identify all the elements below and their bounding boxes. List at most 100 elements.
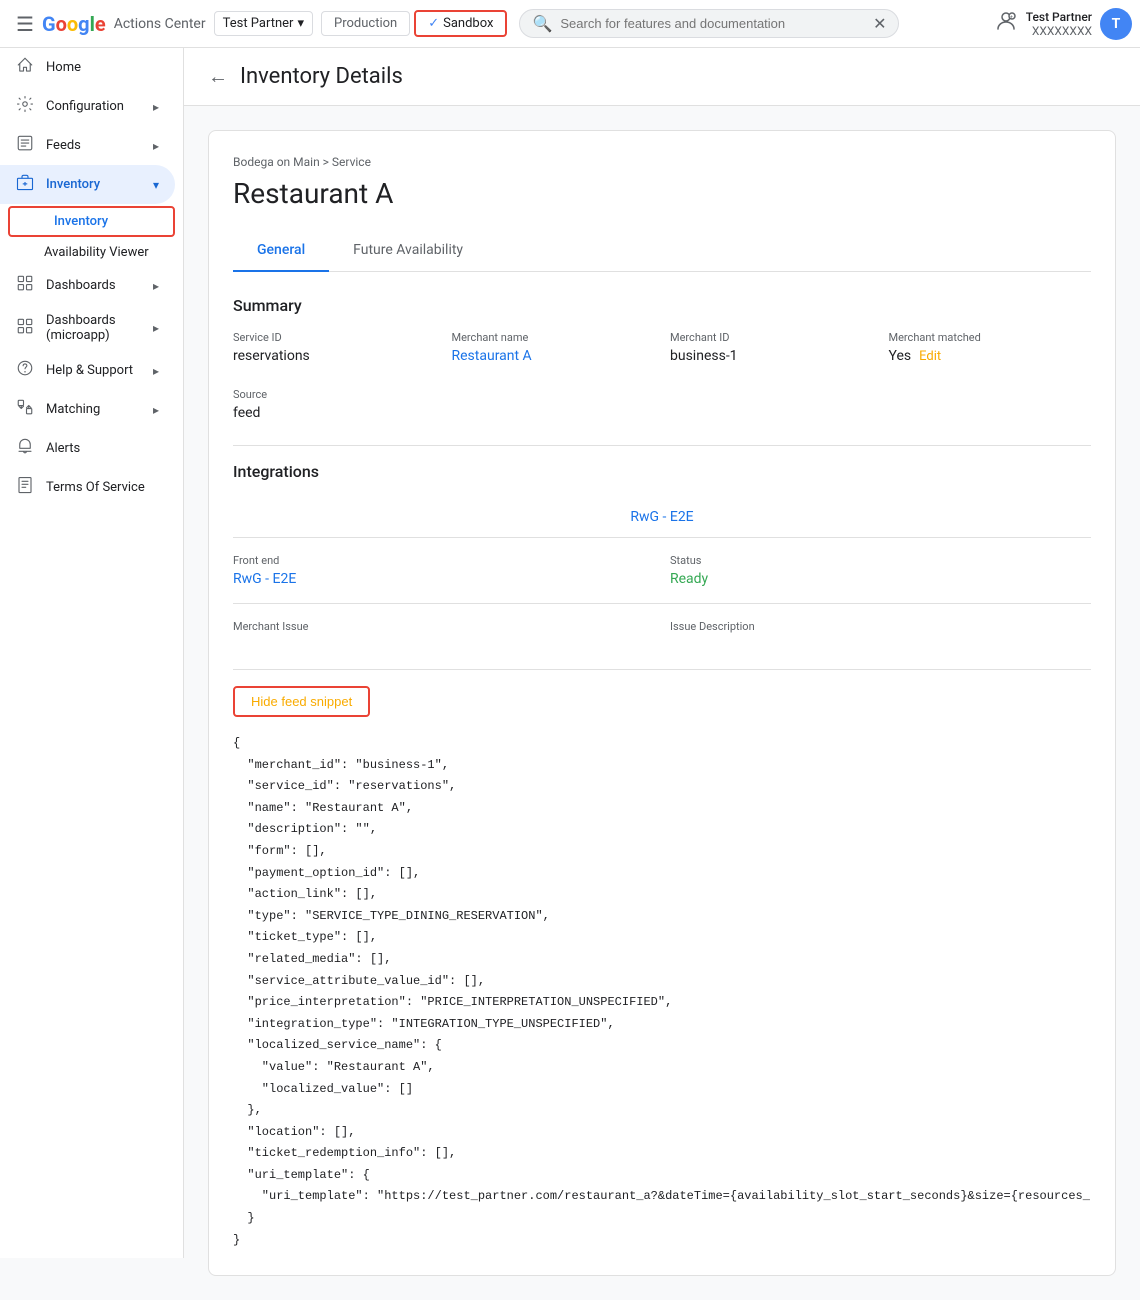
partner-name: Test Partner (223, 16, 294, 31)
section-divider (233, 445, 1091, 446)
tabs-container: General Future Availability (233, 230, 1091, 272)
sidebar-availability-viewer-label: Availability Viewer (44, 245, 149, 260)
sidebar-dashboards-microapp-label: Dashboards (microapp) (46, 313, 141, 343)
header-right: + Test Partner XXXXXXXX T (994, 8, 1132, 40)
configuration-expand-icon: ▸ (153, 100, 159, 114)
sidebar-item-inventory-parent[interactable]: Inventory ▾ (0, 165, 175, 204)
sidebar-item-home[interactable]: Home (0, 48, 175, 87)
inventory-expand-icon: ▾ (153, 178, 159, 192)
integration-details: Front end RwG - E2E Status Ready (233, 538, 1091, 604)
status-value: Ready (670, 571, 1091, 587)
dashboards-icon (16, 274, 34, 297)
user-id: XXXXXXXX (1026, 24, 1092, 38)
sidebar-item-inventory-sub[interactable]: Inventory (10, 208, 165, 235)
issue-description-field: Issue Description (670, 620, 1091, 637)
sidebar-configuration-label: Configuration (46, 99, 124, 114)
sidebar-inventory-sub-label: Inventory (54, 214, 108, 229)
breadcrumb: Bodega on Main > Service (233, 155, 1091, 169)
merchant-issue-field: Merchant Issue (233, 620, 654, 637)
menu-icon[interactable]: ☰ (8, 4, 42, 44)
partner-dropdown-icon: ▾ (297, 16, 304, 31)
summary-title: Summary (233, 296, 1091, 315)
user-info: Test Partner XXXXXXXX (1026, 10, 1092, 38)
source-field: Source feed (233, 388, 1091, 421)
production-button[interactable]: Production (321, 11, 410, 36)
restaurant-name: Restaurant A (233, 177, 1091, 210)
source-value: feed (233, 405, 1091, 421)
sidebar-inventory-label: Inventory (46, 177, 100, 192)
sidebar-matching-label: Matching (46, 402, 100, 417)
merchant-matched-label: Merchant matched (889, 331, 1092, 344)
frontend-label: Front end (233, 554, 654, 567)
page-title: Inventory Details (240, 64, 403, 89)
help-support-expand-icon: ▸ (153, 364, 159, 378)
search-bar[interactable]: 🔍 ✕ (519, 9, 899, 38)
content-area: Bodega on Main > Service Restaurant A Ge… (184, 106, 1140, 1300)
hide-feed-snippet-button[interactable]: Hide feed snippet (233, 686, 370, 717)
merchant-matched-edit[interactable]: Edit (919, 349, 941, 364)
main-content: ← Inventory Details Bodega on Main > Ser… (184, 48, 1140, 1300)
sidebar-alerts-label: Alerts (46, 441, 80, 456)
feeds-expand-icon: ▸ (153, 139, 159, 153)
merchant-name-label: Merchant name (452, 331, 655, 344)
tab-future-availability[interactable]: Future Availability (329, 230, 487, 272)
page-header: ← Inventory Details (184, 48, 1140, 106)
sidebar-item-dashboards[interactable]: Dashboards ▸ (0, 266, 175, 305)
sidebar-item-terms[interactable]: Terms Of Service (0, 468, 175, 507)
detail-card: Bodega on Main > Service Restaurant A Ge… (208, 130, 1116, 1276)
sandbox-checkmark: ✓ (428, 16, 439, 31)
partner-selector[interactable]: Test Partner ▾ (214, 11, 313, 36)
sidebar-home-label: Home (46, 60, 81, 75)
summary-section: Summary Service ID reservations Merchant… (233, 296, 1091, 421)
integration-header-link[interactable]: RwG - E2E (630, 509, 693, 525)
sidebar-item-dashboards-microapp[interactable]: Dashboards (microapp) ▸ (0, 305, 175, 351)
app-name: Actions Center (114, 16, 206, 32)
dashboards-expand-icon: ▸ (153, 279, 159, 293)
search-input[interactable] (560, 16, 873, 31)
dashboards-microapp-icon (16, 317, 34, 340)
sidebar-item-alerts[interactable]: Alerts (0, 429, 175, 468)
merchant-name-field: Merchant name Restaurant A (452, 331, 655, 364)
merchant-name-value[interactable]: Restaurant A (452, 348, 655, 364)
configuration-icon (16, 95, 34, 118)
sidebar: Home Configuration ▸ Feeds ▸ Inventory ▾… (0, 48, 184, 1258)
alerts-icon (16, 437, 34, 460)
account-management-icon[interactable]: + (994, 9, 1018, 38)
service-id-value: reservations (233, 348, 436, 364)
help-support-icon (16, 359, 34, 382)
sidebar-item-matching[interactable]: Matching ▸ (0, 390, 175, 429)
merchant-id-field: Merchant ID business-1 (670, 331, 873, 364)
merchant-matched-value: Yes Edit (889, 348, 1092, 364)
search-icon: 🔍 (532, 14, 552, 33)
source-label: Source (233, 388, 1091, 401)
inventory-sub-selected[interactable]: Inventory (8, 206, 175, 237)
avatar: T (1100, 8, 1132, 40)
sidebar-item-feeds[interactable]: Feeds ▸ (0, 126, 175, 165)
inventory-icon (16, 173, 34, 196)
merchant-id-label: Merchant ID (670, 331, 873, 344)
matching-expand-icon: ▸ (153, 403, 159, 417)
user-name: Test Partner (1026, 10, 1092, 24)
sandbox-button[interactable]: ✓ Sandbox (414, 10, 507, 37)
issue-description-label: Issue Description (670, 620, 1091, 633)
matching-icon (16, 398, 34, 421)
frontend-field: Front end RwG - E2E (233, 554, 654, 587)
integrations-section: Integrations RwG - E2E Front end RwG - E… (233, 462, 1091, 653)
section-divider-2 (233, 669, 1091, 670)
search-clear-icon[interactable]: ✕ (873, 14, 886, 33)
frontend-value[interactable]: RwG - E2E (233, 571, 654, 587)
sidebar-help-support-label: Help & Support (46, 363, 133, 378)
sandbox-label: Sandbox (443, 16, 493, 31)
sidebar-item-configuration[interactable]: Configuration ▸ (0, 87, 175, 126)
dashboards-microapp-expand-icon: ▸ (153, 321, 159, 335)
sidebar-item-availability-viewer[interactable]: Availability Viewer (0, 239, 175, 266)
sidebar-item-help-support[interactable]: Help & Support ▸ (0, 351, 175, 390)
service-id-field: Service ID reservations (233, 331, 436, 364)
back-button[interactable]: ← (208, 64, 228, 89)
sidebar-terms-label: Terms Of Service (46, 480, 145, 495)
svg-text:+: + (1010, 15, 1013, 21)
integrations-title: Integrations (233, 462, 1091, 481)
tab-general[interactable]: General (233, 230, 329, 272)
integration-header: RwG - E2E (233, 497, 1091, 538)
user-profile[interactable]: Test Partner XXXXXXXX T (1026, 8, 1132, 40)
